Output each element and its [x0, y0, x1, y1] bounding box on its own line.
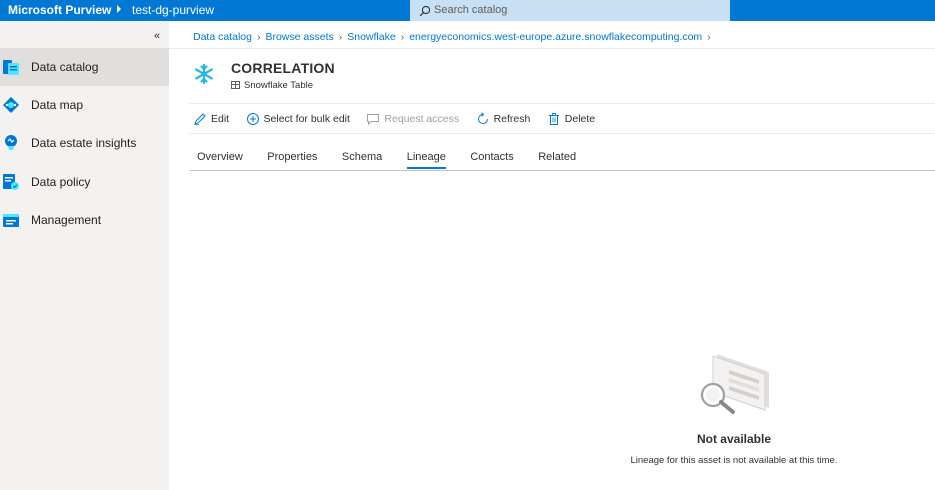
snowflake-icon	[195, 63, 213, 85]
sidebar-item-data-policy[interactable]: Data policy	[0, 163, 169, 201]
refresh-button[interactable]: Refresh	[476, 109, 531, 129]
tab-properties[interactable]: Properties	[259, 149, 325, 169]
insights-icon	[5, 135, 17, 150]
tab-contacts[interactable]: Contacts	[462, 149, 521, 169]
chevron-right-icon: ›	[707, 31, 711, 43]
sidebar-item-label: Data catalog	[31, 60, 99, 74]
delete-button[interactable]: Delete	[547, 109, 595, 129]
data-map-icon	[3, 97, 19, 113]
divider	[189, 133, 935, 134]
collapse-sidebar-button[interactable]: «	[154, 30, 160, 42]
sidebar-item-data-catalog[interactable]: Data catalog	[0, 48, 169, 86]
select-bulk-edit-label: Select for bulk edit	[263, 113, 350, 125]
divider	[189, 170, 935, 171]
breadcrumb-account[interactable]: energyeconomics.west-europe.azure.snowfl…	[409, 31, 702, 43]
top-bar: Microsoft Purview test-dg-purview	[0, 0, 935, 21]
edit-button[interactable]: Edit	[193, 109, 229, 129]
search-input[interactable]	[434, 2, 714, 18]
sidebar-item-management[interactable]: Management	[0, 201, 169, 239]
tab-list: Overview Properties Schema Lineage Conta…	[189, 147, 588, 171]
chevron-right-icon: ›	[256, 31, 261, 43]
edit-icon	[194, 113, 206, 126]
main-content: Data catalog › Browse assets › Snowflake › ene…	[169, 21, 935, 490]
breadcrumb-data-catalog[interactable]: Data catalog	[193, 31, 252, 43]
sidebar-item-label: Management	[31, 213, 102, 227]
tab-overview[interactable]: Overview	[189, 149, 251, 169]
sidebar-item-data-map[interactable]: Data map	[0, 86, 169, 124]
refresh-label: Refresh	[493, 113, 531, 125]
sidebar-item-data-estate-insights[interactable]: Data estate insights	[0, 124, 169, 162]
sidebar: « Data catalog Data map Data estate insi…	[0, 21, 169, 490]
table-icon	[231, 81, 240, 89]
breadcrumb-snowflake[interactable]: Snowflake	[347, 31, 395, 43]
empty-state-title: Not available	[696, 432, 772, 446]
account-name[interactable]: test-dg-purview	[132, 3, 214, 17]
comment-icon	[367, 114, 380, 126]
data-catalog-icon	[3, 60, 19, 75]
search-icon	[419, 5, 431, 17]
edit-label: Edit	[211, 113, 230, 125]
management-icon	[3, 214, 19, 227]
tab-schema[interactable]: Schema	[334, 149, 390, 169]
sidebar-item-label: Data policy	[31, 175, 91, 189]
app-brand[interactable]: Microsoft Purview	[8, 3, 111, 17]
delete-icon	[548, 113, 559, 126]
divider	[169, 48, 935, 49]
delete-label: Delete	[564, 113, 596, 125]
divider	[189, 103, 935, 104]
chevron-right-icon: ›	[400, 31, 405, 43]
select-bulk-edit-button[interactable]: Select for bulk edit	[246, 109, 350, 129]
tab-lineage[interactable]: Lineage	[399, 149, 454, 169]
tab-related[interactable]: Related	[530, 149, 584, 169]
asset-type: Snowflake Table	[231, 80, 313, 91]
refresh-icon	[477, 112, 488, 125]
breadcrumb-browse-assets[interactable]: Browse assets	[265, 31, 333, 43]
add-circle-icon	[246, 113, 259, 126]
chevron-right-icon: ›	[338, 31, 343, 43]
sidebar-item-label: Data map	[31, 98, 84, 112]
request-access-label: Request access	[384, 113, 460, 125]
asset-type-label: Snowflake Table	[244, 80, 314, 91]
data-policy-icon	[3, 174, 19, 190]
chevron-right-icon	[117, 5, 121, 13]
asset-title: CORRELATION	[231, 60, 335, 76]
request-access-button[interactable]: Request access	[366, 109, 459, 129]
search-box[interactable]	[410, 0, 730, 21]
empty-state-message: Lineage for this asset is not available …	[630, 455, 838, 466]
search-document-illustration	[700, 354, 769, 414]
breadcrumb: Data catalog › Browse assets › Snowflake › ene…	[193, 31, 716, 43]
command-bar: Edit Select for bulk edit Request access…	[193, 109, 607, 129]
sidebar-item-label: Data estate insights	[31, 136, 137, 150]
